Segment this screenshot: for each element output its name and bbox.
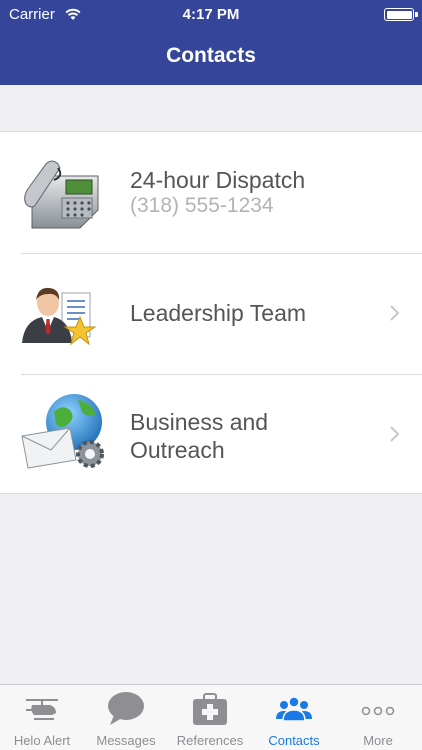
helicopter-icon <box>26 699 58 720</box>
speech-bubble-icon <box>108 692 144 725</box>
tab-messages[interactable]: Messages <box>84 685 168 750</box>
tab-label: More <box>363 733 393 748</box>
tab-label: References <box>176 733 244 748</box>
medical-kit-icon <box>193 693 227 725</box>
tab-label: Helo Alert <box>13 733 71 748</box>
battery-icon <box>384 8 418 21</box>
contacts-list: 24-hour Dispatch (318) 555-1234 Leadersh… <box>0 131 422 494</box>
globe-mail-gear-icon <box>21 394 104 469</box>
tab-references[interactable]: References <box>168 685 252 750</box>
desk-phone-icon <box>24 160 99 229</box>
navigation-bar: Carrier 4:17 PM Contacts <box>0 0 422 85</box>
contact-row-dispatch[interactable]: 24-hour Dispatch (318) 555-1234 <box>0 132 422 253</box>
people-icon <box>276 696 312 722</box>
contact-title: 24-hour Dispatch <box>130 167 306 193</box>
tab-helo-alert[interactable]: Helo Alert <box>0 685 84 750</box>
contact-row-business-outreach[interactable]: Business and Outreach <box>0 374 422 495</box>
chevron-right-icon <box>390 305 400 321</box>
contact-phone[interactable]: (318) 555-1234 <box>130 194 274 218</box>
clock: 4:17 PM <box>182 6 240 23</box>
contact-row-leadership[interactable]: Leadership Team <box>0 253 422 374</box>
chevron-right-icon <box>390 426 400 442</box>
contact-title: Leadership Team <box>130 300 307 326</box>
tab-label: Messages <box>96 733 156 748</box>
tab-more[interactable]: More <box>336 685 420 750</box>
more-dots-icon <box>361 706 395 716</box>
page-title: Contacts <box>166 44 256 67</box>
tab-contacts[interactable]: Contacts <box>252 685 336 750</box>
contact-title-line1: Business and <box>130 409 269 435</box>
businessman-star-icon <box>22 287 97 346</box>
tab-label: Contacts <box>268 733 320 748</box>
contact-title-line2: Outreach <box>130 437 225 463</box>
tab-bar: Helo Alert Messages References Contacts <box>0 684 422 750</box>
status-bar: Carrier 4:17 PM <box>0 0 422 30</box>
